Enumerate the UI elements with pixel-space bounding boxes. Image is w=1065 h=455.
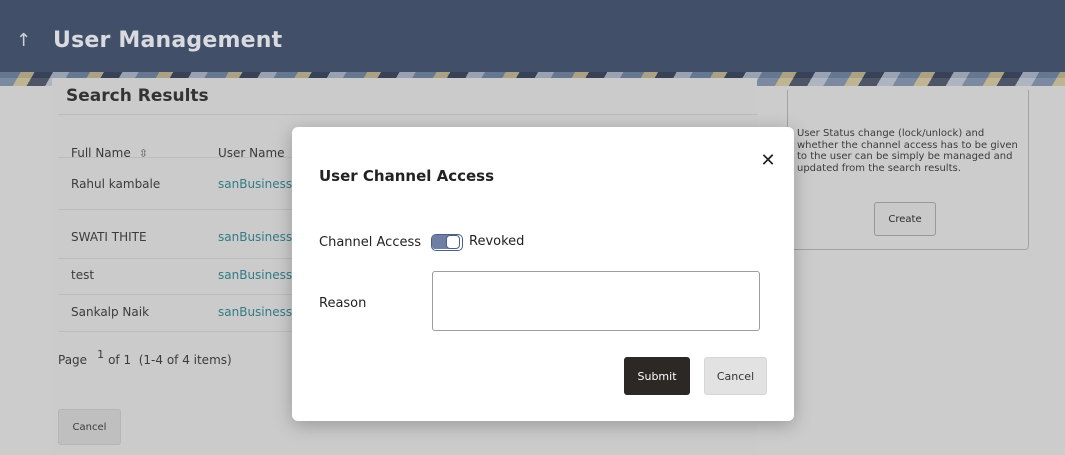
submit-button[interactable]: Submit bbox=[624, 357, 690, 395]
channel-access-toggle[interactable] bbox=[431, 234, 463, 251]
channel-access-label: Channel Access bbox=[319, 235, 422, 250]
toggle-state-label: Revoked bbox=[469, 234, 525, 249]
reason-label: Reason bbox=[319, 296, 367, 311]
reason-input[interactable] bbox=[432, 271, 760, 331]
dialog-title: User Channel Access bbox=[319, 167, 495, 185]
toggle-knob bbox=[446, 235, 460, 249]
user-channel-access-dialog: User Channel Access ✕ Channel Access Rev… bbox=[292, 127, 794, 421]
close-icon[interactable]: ✕ bbox=[758, 151, 778, 171]
dialog-cancel-button[interactable]: Cancel bbox=[704, 357, 767, 395]
